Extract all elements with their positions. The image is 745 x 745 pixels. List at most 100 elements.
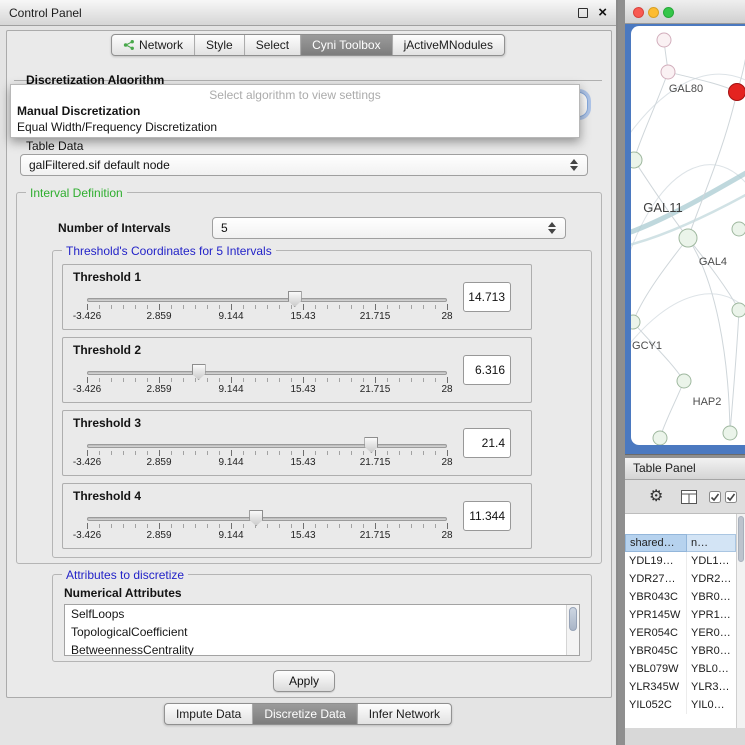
float-window-icon[interactable] bbox=[578, 8, 588, 18]
tab-cyni-toolbox-label: Cyni Toolbox bbox=[312, 38, 380, 52]
close-window-icon[interactable]: × bbox=[598, 5, 607, 20]
slider-major-tick: 9.144 bbox=[231, 304, 232, 310]
column-selector-icon[interactable] bbox=[681, 490, 697, 504]
column-header-name[interactable]: n… bbox=[687, 534, 736, 552]
threshold-2-box: Threshold 2 -3.426 2.859 9.144 15.43 21.… bbox=[62, 337, 532, 403]
network-node[interactable] bbox=[732, 303, 745, 317]
network-node[interactable] bbox=[679, 229, 697, 247]
slider-major-tick: 2.859 bbox=[159, 304, 160, 310]
table-cell[interactable]: YIL052C bbox=[625, 696, 687, 714]
select-all-checkbox-icon[interactable] bbox=[709, 491, 721, 503]
zoom-traffic-light-icon[interactable] bbox=[663, 7, 674, 18]
algorithm-dropdown-popup: Select algorithm to view settings Manual… bbox=[10, 84, 580, 138]
tab-impute-data[interactable]: Impute Data bbox=[165, 704, 253, 724]
network-node[interactable] bbox=[732, 222, 745, 236]
table-cell[interactable]: YIL0… bbox=[687, 696, 732, 714]
threshold-3-value-field[interactable]: 21.4 bbox=[463, 428, 511, 458]
tab-style[interactable]: Style bbox=[195, 35, 245, 55]
table-cell[interactable]: YDL1… bbox=[687, 552, 732, 570]
table-cell[interactable]: YDL19… bbox=[625, 552, 687, 570]
network-node[interactable] bbox=[661, 65, 675, 79]
tab-discretize-data[interactable]: Discretize Data bbox=[253, 704, 357, 724]
tab-select-label: Select bbox=[256, 38, 289, 52]
table-data-combo[interactable]: galFiltered.sif default node bbox=[20, 154, 588, 176]
slider-track[interactable] bbox=[87, 517, 447, 521]
table-row[interactable]: YIL052CYIL0… bbox=[625, 696, 736, 714]
network-window-titlebar[interactable] bbox=[625, 0, 745, 24]
tab-select[interactable]: Select bbox=[245, 35, 301, 55]
column-header-shared-name[interactable]: shared… bbox=[625, 534, 687, 552]
threshold-2-value-field[interactable]: 6.316 bbox=[463, 355, 511, 385]
slider-track[interactable] bbox=[87, 298, 447, 302]
network-canvas[interactable]: GAL80 GAL11 GAL4 GCY1 HAP2 bbox=[631, 26, 745, 445]
select-none-checkbox-icon[interactable] bbox=[725, 491, 737, 503]
table-row[interactable]: YER054CYER0… bbox=[625, 624, 736, 642]
apply-button[interactable]: Apply bbox=[273, 670, 335, 692]
table-row[interactable]: YPR145WYPR1… bbox=[625, 606, 736, 624]
table-cell[interactable]: YBR0… bbox=[687, 588, 732, 606]
network-node-selected[interactable] bbox=[729, 84, 745, 101]
network-node[interactable] bbox=[631, 315, 640, 329]
table-cell[interactable]: YBR045C bbox=[625, 642, 687, 660]
number-of-intervals-combo[interactable]: 5 bbox=[212, 217, 566, 239]
slider-track[interactable] bbox=[87, 444, 447, 448]
dropdown-option-equal-width-frequency[interactable]: Equal Width/Frequency Discretization bbox=[11, 119, 579, 135]
table-cell[interactable]: YBR043C bbox=[625, 588, 687, 606]
tab-jactivemnodules[interactable]: jActiveMNodules bbox=[393, 35, 504, 55]
list-scrollbar-thumb[interactable] bbox=[569, 607, 577, 631]
network-node[interactable] bbox=[723, 426, 737, 440]
list-item[interactable]: BetweennessCentrality bbox=[65, 641, 579, 656]
table-cell[interactable]: YPR145W bbox=[625, 606, 687, 624]
network-node[interactable] bbox=[657, 33, 671, 47]
slider-major-tick: 15.43 bbox=[303, 304, 304, 310]
threshold-1-slider[interactable]: -3.426 2.859 9.144 15.43 21.715 28 bbox=[87, 289, 447, 327]
list-item[interactable]: SelfLoops bbox=[65, 605, 579, 623]
network-node[interactable] bbox=[653, 431, 667, 445]
network-node[interactable] bbox=[677, 374, 691, 388]
minimize-traffic-light-icon[interactable] bbox=[648, 7, 659, 18]
table-cell[interactable]: YBL0… bbox=[687, 660, 732, 678]
threshold-2-slider[interactable]: -3.426 2.859 9.144 15.43 21.715 28 bbox=[87, 362, 447, 400]
slider-major-tick: 15.43 bbox=[303, 523, 304, 529]
network-graph[interactable]: GAL80 GAL11 GAL4 GCY1 HAP2 bbox=[631, 26, 745, 445]
close-traffic-light-icon[interactable] bbox=[633, 7, 644, 18]
table-cell[interactable]: YDR2… bbox=[687, 570, 732, 588]
slider-major-tick: 2.859 bbox=[159, 377, 160, 383]
table-cell[interactable]: YLR345W bbox=[625, 678, 687, 696]
table-row[interactable]: YBR045CYBR0… bbox=[625, 642, 736, 660]
table-cell[interactable]: YER054C bbox=[625, 624, 687, 642]
table-scrollbar-thumb[interactable] bbox=[738, 516, 744, 562]
tick-label: -3.426 bbox=[73, 311, 101, 322]
table-cell[interactable]: YPR1… bbox=[687, 606, 732, 624]
tab-cyni-toolbox[interactable]: Cyni Toolbox bbox=[301, 35, 392, 55]
threshold-1-label: Threshold 1 bbox=[73, 270, 141, 284]
number-of-intervals-value: 5 bbox=[219, 221, 545, 235]
dropdown-option-manual-discretization[interactable]: Manual Discretization bbox=[11, 103, 579, 119]
table-cell[interactable]: YBL079W bbox=[625, 660, 687, 678]
threshold-4-value-field[interactable]: 11.344 bbox=[463, 501, 511, 531]
list-scrollbar[interactable] bbox=[566, 605, 579, 655]
table-row[interactable]: YDL19…YDL1… bbox=[625, 552, 736, 570]
tab-infer-network[interactable]: Infer Network bbox=[358, 704, 451, 724]
table-row[interactable]: YDR27…YDR2… bbox=[625, 570, 736, 588]
table-cell[interactable]: YER0… bbox=[687, 624, 732, 642]
network-node[interactable] bbox=[631, 152, 642, 168]
settings-gear-icon[interactable]: ⚙ bbox=[649, 487, 663, 506]
table-row[interactable]: YBR043CYBR0… bbox=[625, 588, 736, 606]
list-item[interactable]: TopologicalCoefficient bbox=[65, 623, 579, 641]
threshold-4-slider[interactable]: -3.426 2.859 9.144 15.43 21.715 28 bbox=[87, 508, 447, 546]
control-panel-titlebar[interactable]: Control Panel × bbox=[0, 0, 616, 26]
threshold-3-slider[interactable]: -3.426 2.859 9.144 15.43 21.715 28 bbox=[87, 435, 447, 473]
slider-track[interactable] bbox=[87, 371, 447, 375]
table-panel-titlebar[interactable]: Table Panel bbox=[625, 458, 745, 480]
numerical-attributes-list[interactable]: SelfLoops TopologicalCoefficient Between… bbox=[64, 604, 580, 656]
table-cell[interactable]: YLR3… bbox=[687, 678, 732, 696]
tab-network[interactable]: Network bbox=[112, 35, 195, 55]
table-cell[interactable]: YDR27… bbox=[625, 570, 687, 588]
threshold-1-value-field[interactable]: 14.713 bbox=[463, 282, 511, 312]
table-cell[interactable]: YBR0… bbox=[687, 642, 732, 660]
table-row[interactable]: YLR345WYLR3… bbox=[625, 678, 736, 696]
tick-label: -3.426 bbox=[73, 384, 101, 395]
table-row[interactable]: YBL079WYBL0… bbox=[625, 660, 736, 678]
table-scrollbar[interactable] bbox=[736, 514, 745, 728]
